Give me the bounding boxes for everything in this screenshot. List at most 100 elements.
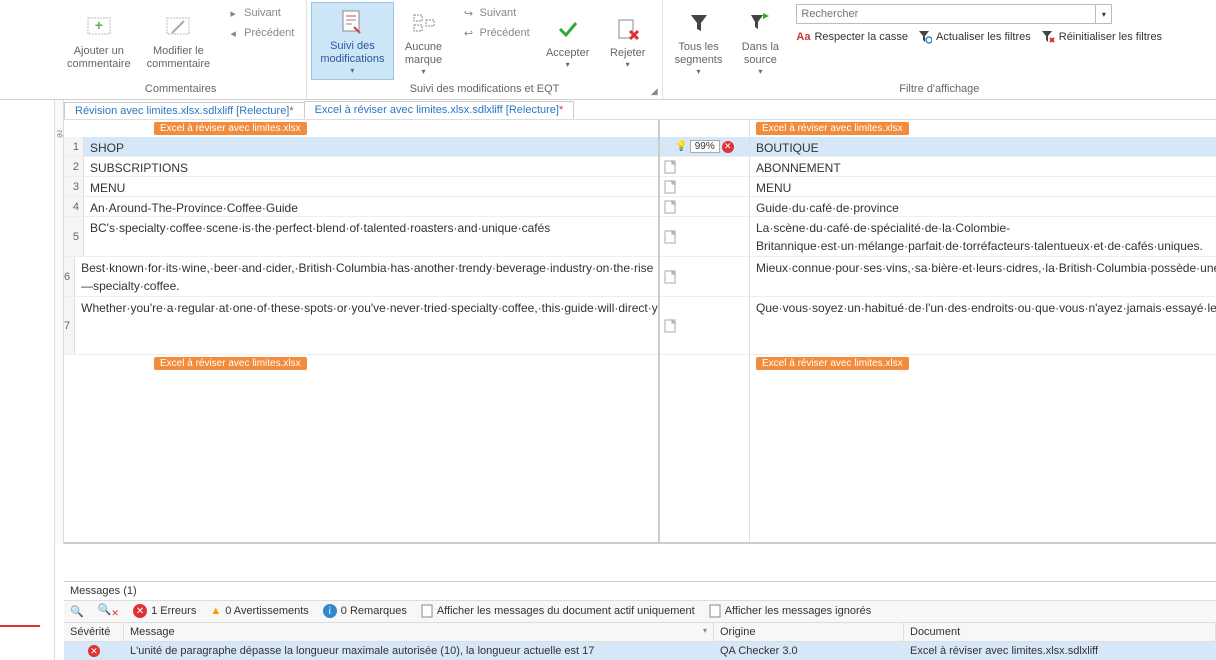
target-text[interactable]: Guide·du·café·de·province [750,197,1216,216]
segment-status[interactable] [660,157,749,177]
row-number: 7 [64,297,75,354]
source-text[interactable]: An·Around-The-Province·Coffee·Guide [84,197,658,216]
warnings-filter[interactable]: ▲0 Avertissements [210,605,308,617]
arrow-left-icon: ◂ [226,26,240,40]
magnifier-icon[interactable]: 🔍 [70,605,84,618]
messages-title: Messages (1) [64,582,1216,601]
source-text[interactable]: MENU [84,177,658,196]
segment-status[interactable] [660,177,749,197]
add-comment-button[interactable]: + Ajouter uncommentaire [59,2,139,80]
source-text[interactable]: SUBSCRIPTIONS [84,157,658,176]
ribbon-group-comments: + Ajouter uncommentaire Modifier lecomme… [55,0,307,99]
target-text[interactable]: Que·vous·soyez·un·habitué·de·l'un·des·en… [750,297,1216,354]
ribbon-group-filter: Tous lessegments▾ Dans lasource▾ ▾ AaRes… [663,0,1216,99]
source-pane: Excel à réviser avec limites.xlsx 1SHOP2… [64,120,660,542]
dropdown-caret-icon: ▾ [758,67,762,76]
edit-comment-button[interactable]: Modifier lecommentaire [139,2,219,80]
funnel-arrow-icon [749,13,771,33]
funnel-refresh-icon [918,30,932,44]
message-doc: Excel à réviser avec limites.xlsx.sdlxli… [904,642,1216,660]
left-gutter [0,100,55,660]
add-comment-icon: + [87,17,111,37]
track-changes-icon [340,9,364,37]
errors-filter[interactable]: ✕1 Erreurs [133,604,196,618]
target-pane: Excel à réviser avec limites.xlsx BOUTIQ… [750,120,1216,542]
segment-row-target[interactable]: ABONNEMENT [750,157,1216,177]
messages-panel: Messages (1) 🔍 🔍✕ ✕1 Erreurs ▲0 Avertiss… [64,581,1216,660]
track-next-button[interactable]: ↪Suivant [458,4,534,22]
segment-row-target[interactable]: La·scène·du·café·de·spécialité·de·la·Col… [750,217,1216,257]
target-text[interactable]: MENU [750,177,1216,196]
source-text[interactable]: Best·known·for·its·wine,·beer·and·cider,… [75,257,659,296]
segment-row-target[interactable]: MENU [750,177,1216,197]
segment-status[interactable] [660,257,749,297]
row-number: 4 [64,197,84,216]
segment-row-source[interactable]: 4An·Around-The-Province·Coffee·Guide [64,197,658,217]
segment-status[interactable] [660,197,749,217]
doc-icon [664,180,676,194]
reset-filters-button[interactable]: Réinitialiser les filtres [1041,30,1162,44]
col-severity[interactable]: Sévérité [64,623,124,641]
accept-button[interactable]: Accepter▾ [538,2,598,80]
filter-search-input[interactable] [796,4,1096,24]
segment-status[interactable]: 💡99%✕ [660,137,749,157]
reject-icon [616,17,640,41]
no-mark-button[interactable]: Aucunemarque▾ [394,2,454,80]
reject-button[interactable]: Rejeter▾ [598,2,658,80]
doc-icon [421,604,433,618]
segment-row-source[interactable]: 7Whether·you're·a·regular·at·one·of·thes… [64,297,658,355]
target-text[interactable]: BOUTIQUE [750,137,1216,156]
target-text[interactable]: Mieux·connue·pour·ses·vins,·sa·bière·et·… [750,257,1216,296]
remarks-filter[interactable]: i0 Remarques [323,604,407,618]
magnifier-clear-icon[interactable]: 🔍✕ [98,603,119,619]
segment-row-source[interactable]: 3MENU [64,177,658,197]
source-text[interactable]: SHOP [84,137,658,156]
in-source-button[interactable]: Dans lasource▾ [730,2,790,80]
track-changes-button[interactable]: Suivi desmodifications▾ [311,2,393,80]
comment-prev-button[interactable]: ◂Précédent [222,24,298,42]
refresh-filters-button[interactable]: Actualiser les filtres [918,30,1031,44]
segment-row-source[interactable]: 2SUBSCRIPTIONS [64,157,658,177]
dialog-launcher-icon[interactable]: ◢ [651,86,658,97]
doc-icon [664,319,676,333]
message-row[interactable]: ✕ L'unité de paragraphe dépasse la longu… [64,642,1216,660]
segment-row-source[interactable]: 5BC's·specialty·coffee·scene·is·the·perf… [64,217,658,257]
active-doc-only-button[interactable]: Afficher les messages du document actif … [421,604,695,618]
row-number: 2 [64,157,84,176]
track-prev-button[interactable]: ↩Précédent [458,24,534,42]
segment-row-target[interactable]: BOUTIQUE [750,137,1216,157]
editor: Excel à réviser avec limites.xlsx 1SHOP2… [64,120,1216,544]
segment-row-target[interactable]: Mieux·connue·pour·ses·vins,·sa·bière·et·… [750,257,1216,297]
segment-status[interactable] [660,297,749,355]
segment-row-target[interactable]: Que·vous·soyez·un·habitué·de·l'un·des·en… [750,297,1216,355]
comment-next-button[interactable]: ▸Suivant [222,4,298,22]
all-segments-button[interactable]: Tous lessegments▾ [667,2,731,80]
left-gutter-strip: ré [55,100,64,544]
segment-row-source[interactable]: 1SHOP [64,137,658,157]
col-document[interactable]: Document [904,623,1216,641]
tab-doc-1[interactable]: Révision avec limites.xlsx.sdlxliff [Rel… [64,102,305,119]
show-ignored-button[interactable]: Afficher les messages ignorés [709,604,872,618]
source-text[interactable]: BC's·specialty·coffee·scene·is·the·perfe… [84,217,658,256]
segment-status[interactable] [660,217,749,257]
message-origin: QA Checker 3.0 [714,642,904,660]
segment-row-target[interactable]: Guide·du·café·de·province [750,197,1216,217]
dropdown-caret-icon: ▾ [697,67,701,76]
col-message[interactable]: Message▾ [124,623,714,641]
dropdown-caret-icon[interactable]: ▾ [1096,4,1112,24]
funnel-reset-icon [1041,30,1055,44]
error-icon: ✕ [722,141,734,153]
tab-doc-2[interactable]: Excel à réviser avec limites.xlsx.sdlxli… [304,101,575,119]
dropdown-caret-icon: ▾ [422,67,426,76]
file-tag-source-top: Excel à réviser avec limites.xlsx [154,122,307,135]
row-number: 1 [64,137,84,156]
source-text[interactable]: Whether·you're·a·regular·at·one·of·these… [75,297,660,354]
dropdown-caret-icon: ▾ [350,66,354,75]
segment-row-source[interactable]: 6Best·known·for·its·wine,·beer·and·cider… [64,257,658,297]
target-text[interactable]: ABONNEMENT [750,157,1216,176]
doc-icon [664,270,676,284]
target-text[interactable]: La·scène·du·café·de·spécialité·de·la·Col… [750,217,1216,256]
status-pane: 💡99%✕ [660,120,750,542]
respect-case-button[interactable]: AaRespecter la casse [796,30,908,44]
col-origin[interactable]: Origine [714,623,904,641]
